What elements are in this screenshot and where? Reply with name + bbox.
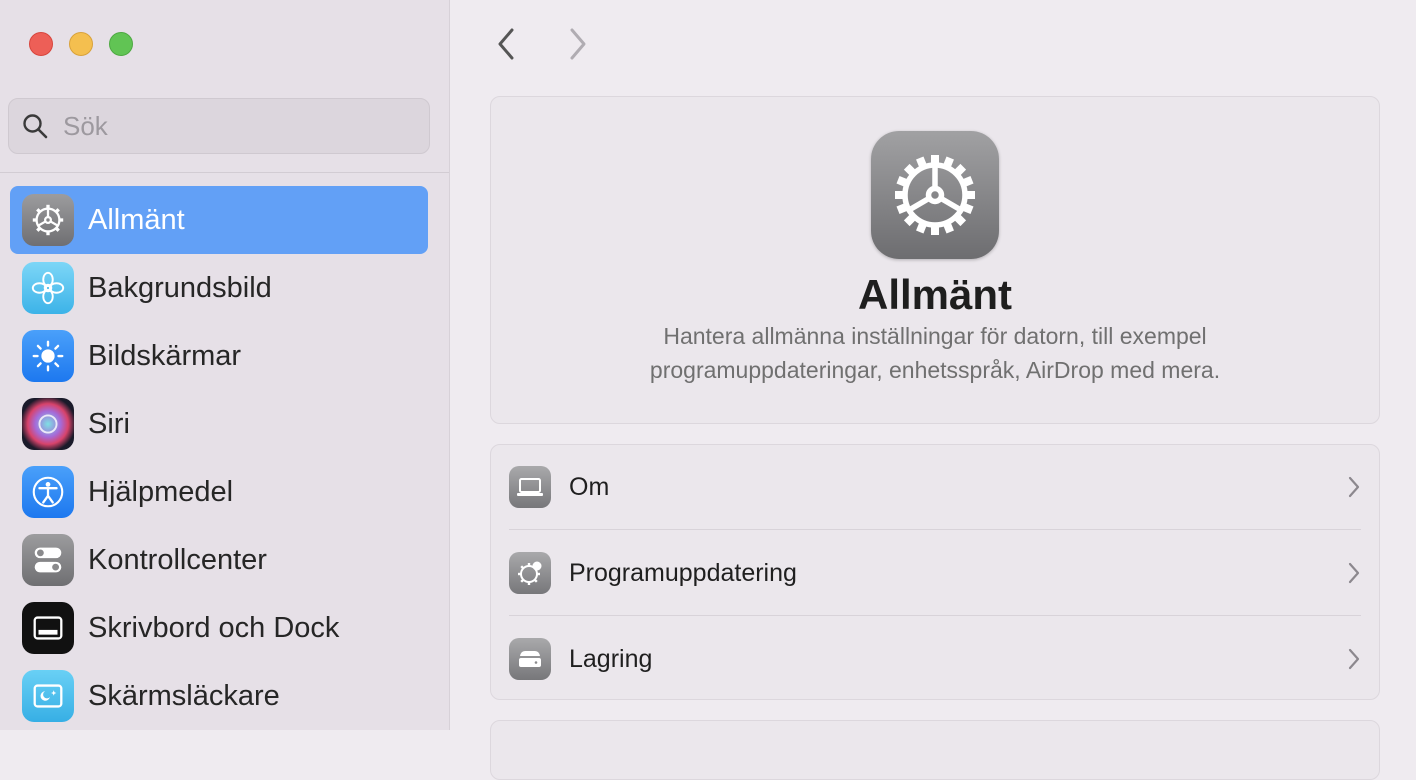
row-lagring[interactable]: Lagring bbox=[491, 617, 1379, 701]
sidebar-item-skarmslackare[interactable]: Skärmsläckare bbox=[10, 662, 428, 730]
page-title: Allmänt bbox=[857, 271, 1012, 318]
sidebar-list: Allmänt Bakgrundsbild Bildskärmar Siri H… bbox=[10, 186, 428, 730]
sidebar-separator bbox=[0, 172, 449, 173]
screensaver-icon bbox=[22, 670, 74, 722]
sun-icon bbox=[22, 330, 74, 382]
row-label: Programuppdatering bbox=[569, 558, 797, 587]
sidebar-item-label: Skrivbord och Dock bbox=[88, 611, 340, 644]
drive-icon bbox=[509, 638, 551, 680]
sidebar-item-kontrollcenter[interactable]: Kontrollcenter bbox=[10, 526, 428, 594]
sidebar-item-label: Hjälpmedel bbox=[88, 475, 234, 508]
chevron-right-icon bbox=[1348, 562, 1360, 584]
back-button[interactable] bbox=[486, 22, 526, 66]
dock-icon bbox=[22, 602, 74, 654]
search-input[interactable] bbox=[61, 109, 395, 143]
sidebar-item-label: Bakgrundsbild bbox=[88, 271, 272, 304]
main-content: Allmänt Hantera allmänna inställningar f… bbox=[450, 0, 1416, 780]
sidebar-item-label: Bildskärmar bbox=[88, 339, 242, 372]
window-controls bbox=[29, 32, 133, 56]
chevron-left-icon bbox=[498, 28, 514, 60]
sidebar-item-siri[interactable]: Siri bbox=[10, 390, 428, 458]
chevron-right-icon bbox=[1348, 476, 1360, 498]
sidebar-item-hjalpmedel[interactable]: Hjälpmedel bbox=[10, 458, 428, 526]
sidebar-item-label: Siri bbox=[88, 407, 130, 440]
row-programuppdatering[interactable]: Programuppdatering bbox=[491, 531, 1379, 615]
zoom-window-button[interactable] bbox=[109, 32, 133, 56]
accessibility-icon bbox=[22, 466, 74, 518]
gear-icon bbox=[22, 194, 74, 246]
sidebar-item-label: Skärmsläckare bbox=[88, 679, 280, 712]
row-divider bbox=[509, 529, 1361, 530]
row-label: Om bbox=[569, 472, 610, 501]
chevron-right-icon bbox=[570, 28, 586, 60]
flower-icon bbox=[22, 262, 74, 314]
minimize-window-button[interactable] bbox=[69, 32, 93, 56]
sidebar-item-skrivbord-och-dock[interactable]: Skrivbord och Dock bbox=[10, 594, 428, 662]
forward-button[interactable] bbox=[558, 22, 598, 66]
row-divider bbox=[509, 615, 1361, 616]
settings-list: Om Programuppdatering Lagring bbox=[490, 444, 1380, 700]
sidebar-item-label: Kontrollcenter bbox=[88, 543, 267, 576]
sidebar-item-bildskarmar[interactable]: Bildskärmar bbox=[10, 322, 428, 390]
sidebar-item-bakgrundsbild[interactable]: Bakgrundsbild bbox=[10, 254, 428, 322]
sidebar-item-label: Allmänt bbox=[88, 203, 185, 236]
magnifier-icon bbox=[23, 114, 48, 139]
row-om[interactable]: Om bbox=[491, 445, 1379, 529]
siri-icon bbox=[22, 398, 74, 450]
chevron-right-icon bbox=[1348, 648, 1360, 670]
next-settings-card bbox=[490, 720, 1380, 780]
toggles-icon bbox=[22, 534, 74, 586]
laptop-icon bbox=[509, 466, 551, 508]
row-label: Lagring bbox=[569, 644, 653, 673]
page-description: Hantera allmänna inställningar för dator… bbox=[649, 323, 1221, 383]
sidebar-item-allmant[interactable]: Allmänt bbox=[10, 186, 428, 254]
search-field[interactable] bbox=[8, 98, 430, 154]
sidebar: Allmänt Bakgrundsbild bbox=[0, 0, 450, 730]
header-card: Allmänt Hantera allmänna inställningar f… bbox=[490, 96, 1380, 424]
close-window-button[interactable] bbox=[29, 32, 53, 56]
gear-badge-icon bbox=[509, 552, 551, 594]
gear-icon bbox=[871, 131, 999, 259]
